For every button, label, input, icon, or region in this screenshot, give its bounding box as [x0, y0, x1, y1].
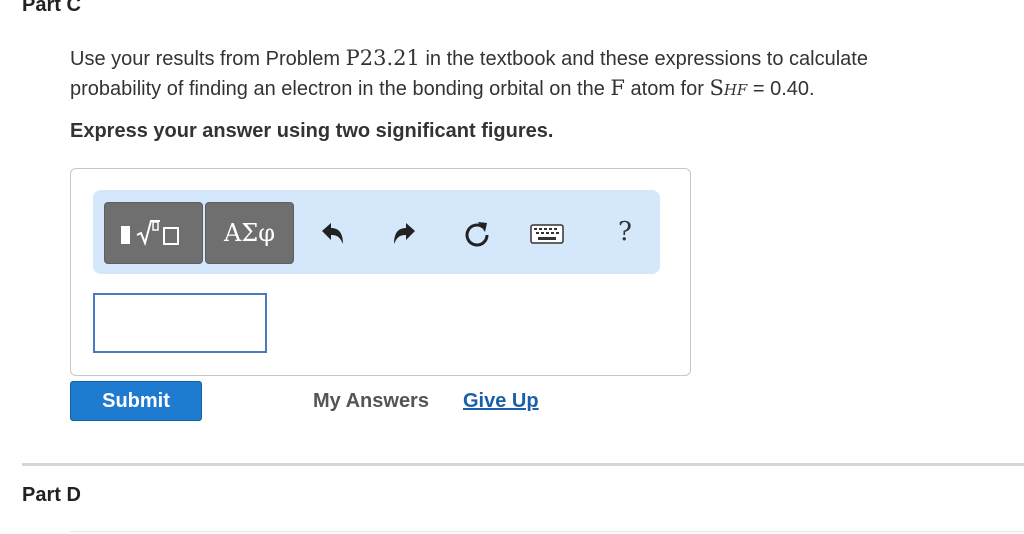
give-up-link[interactable]: Give Up: [463, 390, 539, 413]
keyboard-icon[interactable]: [529, 216, 565, 252]
question-text: Use your results from Problem P23.21 in …: [70, 44, 1024, 105]
problem-reference: P23.21: [345, 46, 420, 70]
overlap-s: S: [709, 76, 724, 100]
reset-icon[interactable]: [459, 216, 495, 252]
overlap-symbol: SHF: [709, 76, 747, 100]
answer-instruction: Express your answer using two significan…: [70, 120, 554, 142]
submit-button[interactable]: Submit: [70, 381, 202, 421]
answer-input[interactable]: [93, 293, 267, 353]
my-answers-link[interactable]: My Answers: [313, 390, 429, 413]
question-line1-start: Use your results from Problem: [70, 48, 346, 70]
redo-icon[interactable]: [386, 216, 422, 252]
question-line2-middle: atom for: [624, 78, 710, 100]
part-d-separator: [70, 531, 1024, 532]
section-divider: [22, 463, 1024, 466]
atom-symbol: F: [610, 76, 625, 100]
answer-panel: ΑΣφ ?: [70, 168, 691, 376]
math-toolbar: ΑΣφ ?: [93, 190, 660, 274]
overlap-subscript: HF: [723, 81, 748, 99]
undo-icon[interactable]: [315, 216, 351, 252]
greek-symbols-button[interactable]: ΑΣφ: [205, 202, 294, 264]
question-line1-end: in the textbook and these expressions to…: [419, 48, 868, 70]
part-c-title: Part C: [22, 0, 81, 16]
part-d-title[interactable]: Part D: [22, 484, 81, 507]
help-button[interactable]: ?: [607, 214, 643, 250]
templates-radical-icon: [120, 220, 179, 247]
templates-button[interactable]: [104, 202, 203, 264]
question-line2-end: = 0.40.: [747, 78, 815, 100]
question-line2-start: probability of finding an electron in th…: [70, 78, 611, 100]
